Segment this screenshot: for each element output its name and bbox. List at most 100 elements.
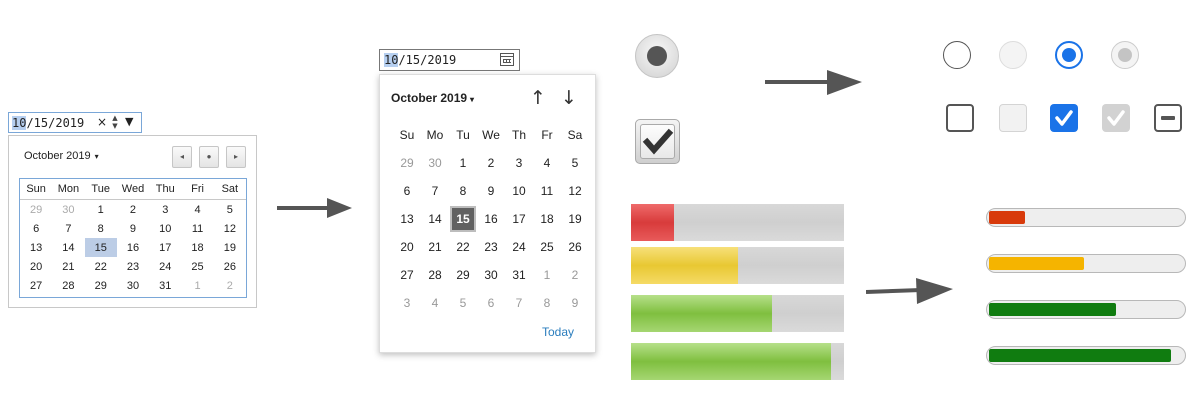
calendar-day[interactable]: 21 xyxy=(421,233,449,261)
calendar-day[interactable]: 2 xyxy=(477,149,505,177)
calendar-day[interactable]: 7 xyxy=(421,177,449,205)
calendar-day[interactable]: 29 xyxy=(449,261,477,289)
calendar-day[interactable]: 2 xyxy=(214,276,246,295)
calendar-day[interactable]: 21 xyxy=(52,257,84,276)
date-rest-segment[interactable]: /15/2019 xyxy=(398,53,456,67)
calendar-day[interactable]: 10 xyxy=(149,219,181,238)
calendar-day[interactable]: 9 xyxy=(477,177,505,205)
old-checkbox[interactable] xyxy=(635,119,680,164)
calendar-day-selected[interactable]: 15 xyxy=(84,238,117,257)
prev-month-button[interactable]: ◂ xyxy=(172,146,192,168)
calendar-day[interactable]: 30 xyxy=(421,149,449,177)
calendar-day[interactable]: 4 xyxy=(533,149,561,177)
calendar-day[interactable]: 6 xyxy=(477,289,505,317)
calendar-day[interactable]: 29 xyxy=(20,200,52,220)
calendar-day[interactable]: 7 xyxy=(505,289,533,317)
calendar-day[interactable]: 25 xyxy=(533,233,561,261)
month-selector[interactable]: October 2019 ▾ xyxy=(391,91,474,105)
calendar-day[interactable]: 22 xyxy=(449,233,477,261)
date-month-segment[interactable]: 10 xyxy=(384,53,399,67)
calendar-day[interactable]: 31 xyxy=(505,261,533,289)
calendar-day[interactable]: 30 xyxy=(52,200,84,220)
calendar-day[interactable]: 27 xyxy=(393,261,421,289)
next-month-button[interactable]: ▸ xyxy=(226,146,246,168)
calendar-day[interactable]: 5 xyxy=(561,149,589,177)
old-date-input[interactable]: 10/15/2019 × ▲ ▼ ▼ xyxy=(8,112,142,133)
calendar-day[interactable]: 23 xyxy=(117,257,149,276)
calendar-day[interactable]: 8 xyxy=(449,177,477,205)
calendar-day[interactable]: 16 xyxy=(117,238,149,257)
calendar-day[interactable]: 22 xyxy=(85,257,117,276)
calendar-day[interactable]: 23 xyxy=(477,233,505,261)
radio-checked[interactable] xyxy=(1055,41,1083,69)
calendar-day[interactable]: 8 xyxy=(85,219,117,238)
calendar-day[interactable]: 6 xyxy=(393,177,421,205)
new-date-input[interactable]: 10/15/2019 xyxy=(379,49,520,71)
calendar-day[interactable]: 29 xyxy=(85,276,117,295)
calendar-day[interactable]: 28 xyxy=(52,276,84,295)
calendar-day[interactable]: 28 xyxy=(421,261,449,289)
calendar-day[interactable]: 26 xyxy=(561,233,589,261)
calendar-day[interactable]: 4 xyxy=(421,289,449,317)
today-dot-button[interactable]: ● xyxy=(199,146,219,168)
calendar-day[interactable]: 31 xyxy=(149,276,181,295)
calendar-day[interactable]: 1 xyxy=(533,261,561,289)
spin-button[interactable]: ▲ ▼ xyxy=(109,114,121,131)
dropdown-icon[interactable]: ▼ xyxy=(125,115,133,128)
calendar-day[interactable]: 7 xyxy=(52,219,84,238)
arrow-down-icon[interactable]: ↓ xyxy=(561,87,577,109)
calendar-day[interactable]: 14 xyxy=(421,205,449,233)
calendar-day[interactable]: 16 xyxy=(477,205,505,233)
calendar-day[interactable]: 24 xyxy=(505,233,533,261)
today-link[interactable]: Today xyxy=(542,325,574,339)
calendar-day[interactable]: 17 xyxy=(149,238,181,257)
calendar-day[interactable]: 1 xyxy=(449,149,477,177)
radio-unchecked[interactable] xyxy=(943,41,971,69)
calendar-day[interactable]: 1 xyxy=(85,200,117,220)
calendar-day[interactable]: 20 xyxy=(20,257,52,276)
old-radio-button[interactable] xyxy=(635,34,679,78)
calendar-day[interactable]: 10 xyxy=(505,177,533,205)
calendar-day[interactable]: 27 xyxy=(20,276,52,295)
calendar-day[interactable]: 13 xyxy=(393,205,421,233)
calendar-day[interactable]: 30 xyxy=(477,261,505,289)
calendar-day[interactable]: 6 xyxy=(20,219,52,238)
calendar-day[interactable]: 9 xyxy=(561,289,589,317)
clear-icon[interactable]: × xyxy=(97,115,107,129)
calendar-day[interactable]: 11 xyxy=(533,177,561,205)
calendar-day[interactable]: 4 xyxy=(181,200,213,220)
month-selector[interactable]: October 2019 ▾ xyxy=(24,150,99,162)
spin-down-icon[interactable]: ▼ xyxy=(112,122,117,130)
calendar-day[interactable]: 26 xyxy=(214,257,246,276)
calendar-day[interactable]: 20 xyxy=(393,233,421,261)
calendar-day[interactable]: 3 xyxy=(393,289,421,317)
calendar-day[interactable]: 9 xyxy=(117,219,149,238)
checkbox-unchecked[interactable] xyxy=(946,104,974,132)
calendar-day[interactable]: 25 xyxy=(181,257,213,276)
arrow-up-icon[interactable]: ↑ xyxy=(530,87,546,109)
calendar-icon[interactable] xyxy=(500,53,514,66)
calendar-day[interactable]: 19 xyxy=(561,205,589,233)
spin-up-icon[interactable]: ▲ xyxy=(112,114,117,122)
calendar-day[interactable]: 29 xyxy=(393,149,421,177)
calendar-day[interactable]: 3 xyxy=(505,149,533,177)
calendar-day[interactable]: 18 xyxy=(533,205,561,233)
calendar-day[interactable]: 17 xyxy=(505,205,533,233)
calendar-day[interactable]: 5 xyxy=(449,289,477,317)
calendar-day[interactable]: 2 xyxy=(117,200,149,220)
calendar-day[interactable]: 5 xyxy=(214,200,246,220)
calendar-day[interactable]: 2 xyxy=(561,261,589,289)
calendar-day[interactable]: 8 xyxy=(533,289,561,317)
checkbox-checked[interactable] xyxy=(1050,104,1078,132)
date-month-segment[interactable]: 10 xyxy=(12,116,27,130)
checkbox-indeterminate[interactable] xyxy=(1154,104,1182,132)
date-rest-segment[interactable]: /15/2019 xyxy=(26,116,84,130)
calendar-day[interactable]: 19 xyxy=(214,238,246,257)
calendar-day-selected[interactable]: 15 xyxy=(449,205,477,233)
calendar-day[interactable]: 12 xyxy=(561,177,589,205)
calendar-day[interactable]: 3 xyxy=(149,200,181,220)
calendar-day[interactable]: 11 xyxy=(181,219,213,238)
calendar-day[interactable]: 14 xyxy=(52,238,84,257)
calendar-day[interactable]: 24 xyxy=(149,257,181,276)
calendar-day[interactable]: 30 xyxy=(117,276,149,295)
